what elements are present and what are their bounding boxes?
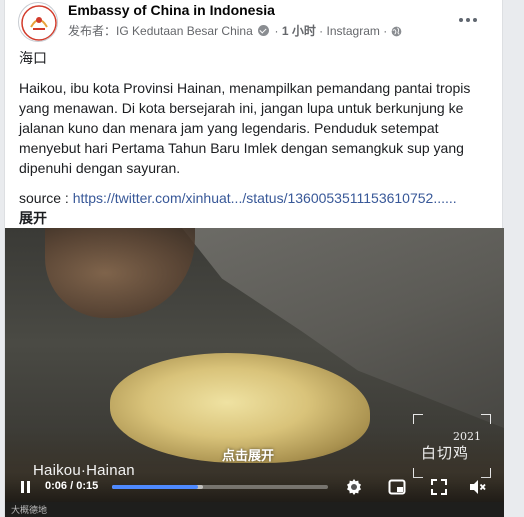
- pause-icon[interactable]: [19, 480, 33, 494]
- picture-in-picture-icon[interactable]: [387, 477, 407, 497]
- source-label: source :: [19, 190, 73, 206]
- meta-separator: ·: [319, 24, 324, 38]
- more-options-button[interactable]: [456, 10, 480, 30]
- post-card: Embassy of China in Indonesia 发布者：IG Ked…: [4, 0, 504, 517]
- source-link[interactable]: https://twitter.com/xinhuat.../status/13…: [73, 190, 457, 206]
- source-line: source : https://twitter.com/xinhuat.../…: [19, 188, 494, 208]
- meta-separator: ·: [274, 24, 279, 38]
- fullscreen-icon[interactable]: [429, 477, 449, 497]
- pause-bar: [27, 481, 30, 493]
- verified-badge-icon: [258, 25, 270, 36]
- author-link[interactable]: IG Kedutaan Besar China: [116, 24, 253, 38]
- video-logo-text: 大概德地: [11, 506, 48, 516]
- time-total: 0:15: [76, 480, 99, 492]
- video-controls: 0:06 / 0:15: [5, 472, 504, 502]
- video-frame-hand: [45, 228, 195, 318]
- meta-separator: ·: [383, 24, 388, 38]
- video-progress-bar[interactable]: [112, 485, 328, 489]
- embassy-logo-icon: [21, 5, 57, 41]
- pause-bar: [21, 481, 24, 493]
- expand-link[interactable]: 展开: [19, 208, 494, 228]
- page-avatar[interactable]: [18, 2, 58, 42]
- corner-mark: [481, 414, 491, 424]
- post-meta: 发布者：IG Kedutaan Besar China · 1 小时 · Ins…: [68, 22, 402, 39]
- post-time[interactable]: 1 小时: [282, 24, 316, 38]
- more-horizontal-icon: [459, 18, 463, 22]
- more-dot: [466, 18, 470, 22]
- more-dot: [473, 18, 477, 22]
- post-header: Embassy of China in Indonesia 发布者：IG Ked…: [5, 0, 502, 44]
- volume-muted-icon[interactable]: [467, 477, 487, 497]
- globe-icon: [391, 26, 401, 37]
- gear-icon[interactable]: [344, 477, 364, 497]
- click-expand-button[interactable]: 点击展开: [222, 445, 274, 464]
- overlay-dish: 白切鸡: [421, 444, 470, 462]
- corner-mark: [413, 414, 423, 424]
- post-title: 海口: [19, 50, 47, 66]
- source-platform: Instagram: [326, 24, 380, 38]
- post-body: 海口 Haikou, ibu kota Provinsi Hainan, men…: [19, 48, 494, 228]
- post-paragraph: Haikou, ibu kota Provinsi Hainan, menamp…: [19, 80, 471, 176]
- meta-prefix: 发布者：: [68, 24, 117, 38]
- video-overlay-badge: 2021 白切鸡: [413, 414, 491, 478]
- page-name[interactable]: Embassy of China in Indonesia: [68, 2, 275, 18]
- video-logo-bar: 大概德地: [5, 502, 504, 517]
- video-time: 0:06 / 0:15: [45, 480, 99, 492]
- progress-fill: [112, 485, 199, 489]
- time-current: 0:06: [45, 480, 68, 492]
- video-player[interactable]: 2021 白切鸡 Haikou·Hainan 点击展开 0:06 / 0:15: [5, 228, 504, 517]
